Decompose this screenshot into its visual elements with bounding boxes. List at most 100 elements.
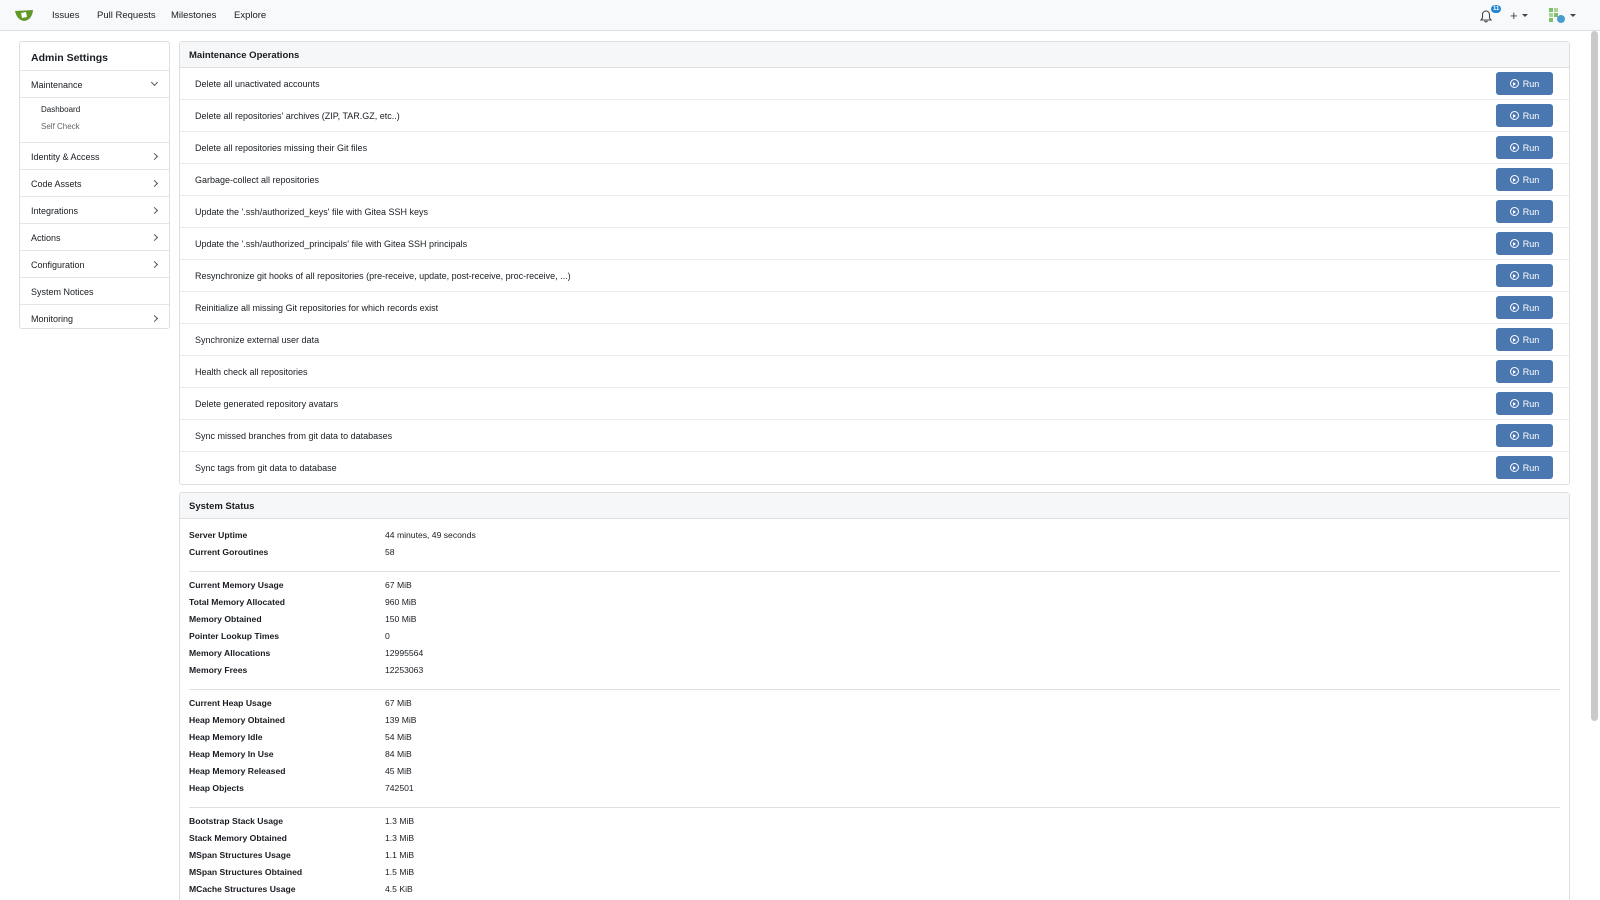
top-navbar: Issues Pull Requests Milestones Explore … bbox=[0, 0, 1600, 31]
operation-row: Reinitialize all missing Git repositorie… bbox=[180, 292, 1569, 324]
status-row: MSpan Structures Usage 1.1 MiB bbox=[189, 850, 1560, 867]
status-value: 12253063 bbox=[385, 665, 424, 675]
status-group: Bootstrap Stack Usage 1.3 MiB Stack Memory… bbox=[189, 816, 1560, 900]
status-label: Memory Allocations bbox=[189, 648, 271, 658]
sidebar-item-code-assets[interactable]: Code Assets bbox=[20, 170, 169, 197]
play-circle-icon bbox=[1509, 79, 1519, 88]
status-value: 1.3 MiB bbox=[385, 816, 415, 826]
status-label: MCache Structures Usage bbox=[189, 884, 296, 894]
user-menu-dropdown[interactable] bbox=[1548, 6, 1576, 24]
sidebar-item-configuration[interactable]: Configuration bbox=[20, 251, 169, 278]
gitea-logo-icon[interactable] bbox=[14, 7, 34, 23]
status-row: Memory Obtained 150 MiB bbox=[189, 614, 1560, 631]
play-circle-icon bbox=[1509, 239, 1519, 248]
play-circle-icon bbox=[1509, 271, 1519, 280]
sidebar-subitem-self-check[interactable]: Self Check bbox=[41, 119, 169, 136]
status-label: Total Memory Allocated bbox=[189, 597, 285, 607]
operation-row: Delete generated repository avatars Run bbox=[180, 388, 1569, 420]
operation-row: Sync tags from git data to database Run bbox=[180, 452, 1569, 484]
nav-pull-requests-link[interactable]: Pull Requests bbox=[97, 10, 156, 21]
status-value: 54 MiB bbox=[385, 732, 412, 742]
run-button[interactable]: Run bbox=[1496, 360, 1553, 383]
status-value: 742501 bbox=[385, 783, 414, 793]
run-button[interactable]: Run bbox=[1496, 296, 1553, 319]
operation-row: Delete all unactivated accounts Run bbox=[180, 68, 1569, 100]
sidebar-item-label: Monitoring bbox=[31, 314, 74, 324]
run-button[interactable]: Run bbox=[1496, 392, 1553, 415]
operation-label: Sync tags from git data to database bbox=[195, 463, 337, 473]
sidebar-item-actions[interactable]: Actions bbox=[20, 224, 169, 251]
run-button-label: Run bbox=[1522, 142, 1540, 153]
operation-label: Garbage-collect all repositories bbox=[195, 175, 320, 185]
run-button-label: Run bbox=[1522, 366, 1540, 377]
status-row: Memory Allocations 12995564 bbox=[189, 648, 1560, 665]
status-label: Current Memory Usage bbox=[189, 580, 284, 590]
page-scrollbar[interactable] bbox=[1591, 31, 1598, 721]
status-row: Heap Memory In Use 84 MiB bbox=[189, 749, 1560, 766]
sidebar-item-label: System Notices bbox=[31, 287, 94, 297]
sidebar-item-label: Integrations bbox=[31, 206, 79, 216]
sidebar-item-label: Maintenance bbox=[31, 80, 83, 90]
operation-label: Resynchronize git hooks of all repositor… bbox=[195, 271, 571, 281]
nav-issues-link[interactable]: Issues bbox=[52, 10, 79, 21]
sidebar-item-system-notices[interactable]: System Notices bbox=[20, 278, 169, 305]
status-row: Heap Memory Obtained 139 MiB bbox=[189, 715, 1560, 732]
run-button[interactable]: Run bbox=[1496, 136, 1553, 159]
status-label: Server Uptime bbox=[189, 530, 248, 540]
notifications-button[interactable]: 11 bbox=[1480, 5, 1502, 24]
run-button-label: Run bbox=[1522, 206, 1540, 217]
run-button[interactable]: Run bbox=[1496, 104, 1553, 127]
operation-row: Delete all repositories missing their Gi… bbox=[180, 132, 1569, 164]
create-new-dropdown[interactable]: + bbox=[1510, 6, 1528, 24]
status-row: MSpan Structures Obtained 1.5 MiB bbox=[189, 867, 1560, 884]
run-button[interactable]: Run bbox=[1496, 264, 1553, 287]
run-button-label: Run bbox=[1522, 238, 1540, 249]
run-button[interactable]: Run bbox=[1496, 424, 1553, 447]
sidebar-item-label: Configuration bbox=[31, 260, 85, 270]
status-row: Server Uptime 44 minutes, 49 seconds bbox=[189, 530, 1560, 547]
operation-label: Synchronize external user data bbox=[195, 335, 320, 345]
chevron-right-icon bbox=[150, 314, 159, 323]
maintenance-operations-panel: Maintenance Operations Delete all unacti… bbox=[179, 41, 1570, 485]
operation-row: Health check all repositories Run bbox=[180, 356, 1569, 388]
run-button[interactable]: Run bbox=[1496, 328, 1553, 351]
admin-sidebar: Admin Settings Maintenance Dashboard Sel… bbox=[19, 41, 170, 329]
nav-explore-link[interactable]: Explore bbox=[234, 10, 266, 21]
operation-label: Update the '.ssh/authorized_keys' file w… bbox=[195, 207, 429, 217]
status-row: Pointer Lookup Times 0 bbox=[189, 631, 1560, 648]
operation-row: Delete all repositories' archives (ZIP, … bbox=[180, 100, 1569, 132]
status-row: MCache Structures Usage 4.5 KiB bbox=[189, 884, 1560, 900]
status-value: 1.5 MiB bbox=[385, 867, 415, 877]
nav-milestones-link[interactable]: Milestones bbox=[171, 10, 216, 21]
status-value: 960 MiB bbox=[385, 597, 417, 607]
status-label: Current Goroutines bbox=[189, 547, 269, 557]
sidebar-item-identity-access[interactable]: Identity & Access bbox=[20, 143, 169, 170]
chevron-right-icon bbox=[150, 260, 159, 269]
chevron-right-icon bbox=[150, 233, 159, 242]
chevron-down-icon bbox=[150, 78, 159, 87]
run-button[interactable]: Run bbox=[1496, 168, 1553, 191]
sidebar-item-maintenance[interactable]: Maintenance bbox=[20, 71, 169, 98]
operation-row: Update the '.ssh/authorized_principals' … bbox=[180, 228, 1569, 260]
chevron-down-icon bbox=[1570, 13, 1576, 17]
operation-label: Delete all unactivated accounts bbox=[195, 79, 320, 89]
status-row: Current Memory Usage 67 MiB bbox=[189, 580, 1560, 597]
sidebar-item-integrations[interactable]: Integrations bbox=[20, 197, 169, 224]
run-button-label: Run bbox=[1522, 78, 1540, 89]
status-label: MSpan Structures Usage bbox=[189, 850, 291, 860]
operation-row: Update the '.ssh/authorized_keys' file w… bbox=[180, 196, 1569, 228]
status-label: Memory Obtained bbox=[189, 614, 262, 624]
run-button-label: Run bbox=[1522, 302, 1540, 313]
notification-count-badge: 11 bbox=[1491, 5, 1502, 13]
run-button[interactable]: Run bbox=[1496, 232, 1553, 255]
status-row: Current Heap Usage 67 MiB bbox=[189, 698, 1560, 715]
run-button[interactable]: Run bbox=[1496, 72, 1553, 95]
sidebar-subitem-dashboard[interactable]: Dashboard bbox=[41, 102, 169, 119]
plus-icon: + bbox=[1510, 7, 1518, 23]
run-button[interactable]: Run bbox=[1496, 200, 1553, 223]
run-button[interactable]: Run bbox=[1496, 456, 1553, 479]
sidebar-item-monitoring[interactable]: Monitoring bbox=[20, 305, 169, 332]
run-button-label: Run bbox=[1522, 110, 1540, 121]
sidebar-item-label: Code Assets bbox=[31, 179, 82, 189]
status-label: Heap Memory Idle bbox=[189, 732, 263, 742]
